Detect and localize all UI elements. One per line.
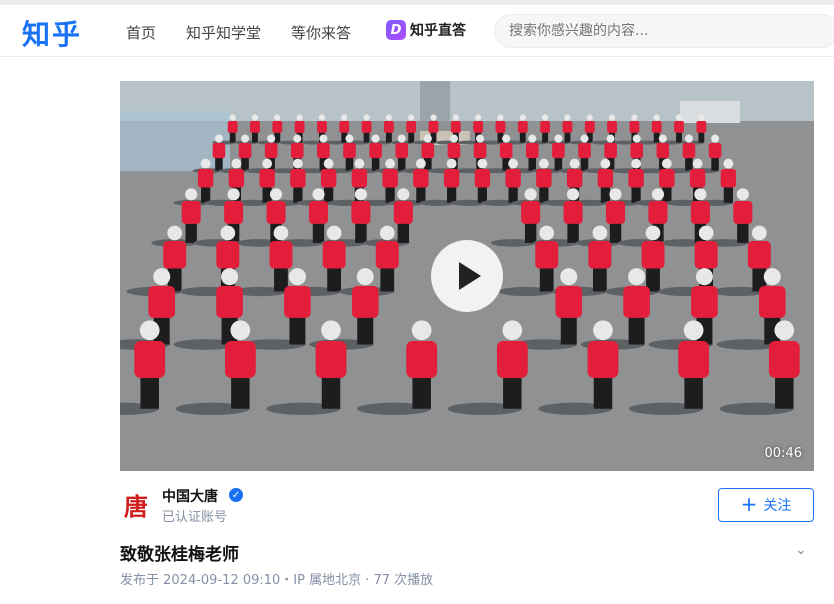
- video-player[interactable]: 00:46: [120, 81, 814, 471]
- author-subtitle: 已认证账号: [162, 510, 228, 525]
- zhihu-logo[interactable]: 知乎: [22, 13, 82, 53]
- play-icon: [459, 262, 481, 290]
- post-meta: 发布于 2024-09-12 09:10・IP 属地北京 · 77 次播放: [120, 573, 434, 588]
- author-avatar[interactable]: 唐: [122, 490, 150, 521]
- follow-button[interactable]: + 关注: [718, 488, 814, 522]
- nav-waiting-answers[interactable]: 等你来答: [291, 22, 351, 43]
- search-box[interactable]: [494, 14, 834, 48]
- site-header: 知乎 首页 知乎知学堂 等你来答 D 知乎直答: [0, 5, 834, 57]
- follow-label: 关注: [763, 498, 792, 514]
- nav-zhixuetang[interactable]: 知乎知学堂: [186, 22, 261, 43]
- nav-home[interactable]: 首页: [126, 22, 156, 43]
- chevron-down-icon[interactable]: ⌄: [795, 542, 807, 558]
- post-title[interactable]: 致敬张桂梅老师: [120, 540, 239, 565]
- zhida-label: 知乎直答: [410, 23, 466, 39]
- plus-icon: +: [740, 492, 758, 516]
- author-name[interactable]: 中国大唐: [162, 486, 218, 506]
- play-button[interactable]: [431, 240, 503, 312]
- zhida-icon: D: [386, 20, 406, 40]
- search-input[interactable]: [509, 23, 809, 39]
- verified-icon: ✓: [229, 488, 243, 502]
- nav-zhida[interactable]: D 知乎直答: [386, 19, 466, 41]
- video-duration: 00:46: [764, 446, 802, 461]
